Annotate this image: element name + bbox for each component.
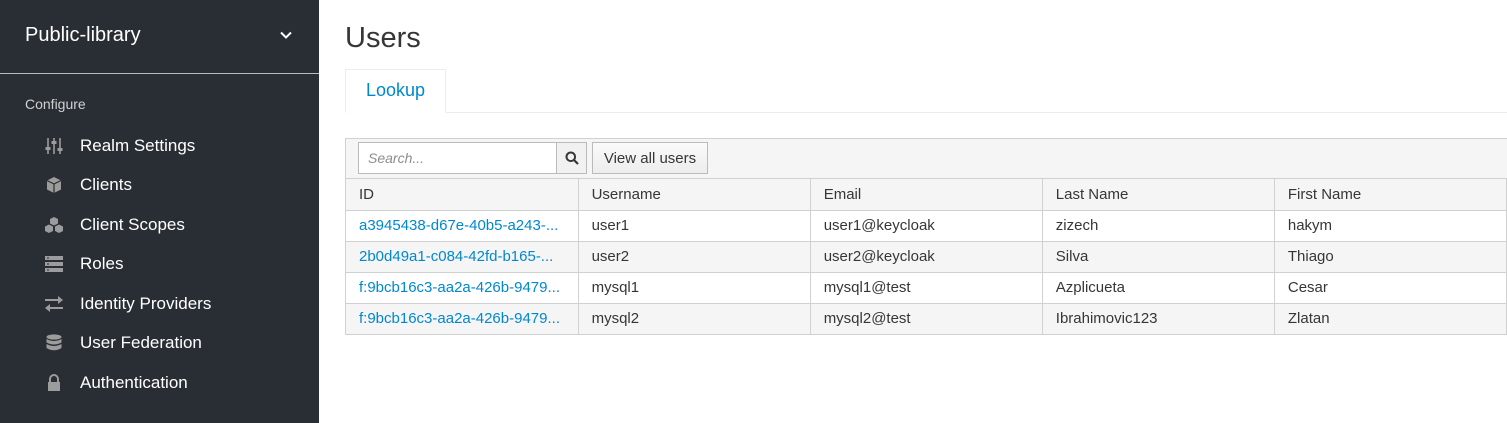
first-name-cell: hakym	[1274, 210, 1507, 242]
realm-name: Public-library	[25, 24, 141, 46]
sidebar-item-realm-settings[interactable]: Realm Settings	[0, 126, 319, 166]
id-cell: a3945438-d67e-40b5-a243-...	[346, 210, 579, 242]
column-header-id[interactable]: ID	[346, 179, 579, 211]
sidebar-item-label: Roles	[80, 254, 124, 274]
first-name-cell: Zlatan	[1274, 303, 1507, 334]
search-input[interactable]	[358, 142, 557, 174]
username-cell: mysql1	[578, 272, 811, 304]
users-table: View all users ID Username Email Last Na…	[345, 138, 1507, 335]
page-title: Users	[345, 22, 421, 54]
cube-icon	[44, 175, 64, 195]
id-cell: 2b0d49a1-c084-42fd-b165-...	[346, 241, 579, 273]
column-header-last-name[interactable]: Last Name	[1042, 179, 1275, 211]
id-cell: f:9bcb16c3-aa2a-426b-9479...	[346, 272, 579, 304]
table-toolbar: View all users	[346, 139, 1507, 179]
sidebar-item-user-federation[interactable]: User Federation	[0, 324, 319, 364]
table-row: a3945438-d67e-40b5-a243-... user1 user1@…	[346, 210, 1507, 242]
sidebar-item-label: Client Scopes	[80, 214, 185, 234]
sidebar-item-authentication[interactable]: Authentication	[0, 363, 319, 403]
user-id-link[interactable]: a3945438-d67e-40b5-a243-...	[359, 217, 558, 234]
column-header-username[interactable]: Username	[578, 179, 811, 211]
tab-lookup[interactable]: Lookup	[345, 69, 446, 113]
last-name-cell: Silva	[1042, 241, 1275, 273]
sidebar-item-client-scopes[interactable]: Client Scopes	[0, 205, 319, 245]
sidebar-item-label: Clients	[80, 175, 132, 195]
sidebar-item-clients[interactable]: Clients	[0, 166, 319, 206]
first-name-cell: Thiago	[1274, 241, 1507, 273]
table-row: f:9bcb16c3-aa2a-426b-9479... mysql2 mysq…	[346, 303, 1507, 334]
section-label-configure: Configure	[25, 96, 86, 112]
sidebar-nav: Realm Settings Clients Client Scopes Rol…	[0, 126, 319, 403]
table-header-row: ID Username Email Last Name First Name	[346, 179, 1507, 211]
sidebar-item-label: Identity Providers	[80, 293, 212, 313]
column-header-email[interactable]: Email	[810, 179, 1043, 211]
username-cell: mysql2	[578, 303, 811, 334]
exchange-icon	[44, 294, 64, 314]
user-id-link[interactable]: 2b0d49a1-c084-42fd-b165-...	[359, 248, 553, 265]
column-header-first-name[interactable]: First Name	[1274, 179, 1507, 211]
sidebar-item-identity-providers[interactable]: Identity Providers	[0, 284, 319, 324]
email-cell: mysql2@test	[810, 303, 1043, 334]
table-row: 2b0d49a1-c084-42fd-b165-... user2 user2@…	[346, 241, 1507, 273]
sidebar-item-label: Realm Settings	[80, 135, 196, 155]
email-cell: user2@keycloak	[810, 241, 1043, 273]
sidebar-item-roles[interactable]: Roles	[0, 245, 319, 285]
chevron-down-icon	[280, 31, 292, 39]
email-cell: mysql1@test	[810, 272, 1043, 304]
tab-bar-border	[345, 112, 1507, 113]
username-cell: user1	[578, 210, 811, 242]
last-name-cell: Ibrahimovic123	[1042, 303, 1275, 334]
email-cell: user1@keycloak	[810, 210, 1043, 242]
last-name-cell: zizech	[1042, 210, 1275, 242]
realm-selector[interactable]: Public-library	[0, 0, 319, 74]
id-cell: f:9bcb16c3-aa2a-426b-9479...	[346, 303, 579, 334]
tab-lookup-label: Lookup	[366, 80, 426, 100]
search-button[interactable]	[556, 142, 587, 174]
search-icon	[565, 151, 579, 165]
view-all-users-button[interactable]: View all users	[592, 142, 708, 174]
user-id-link[interactable]: f:9bcb16c3-aa2a-426b-9479...	[359, 310, 560, 327]
lock-icon	[44, 373, 64, 393]
user-id-link[interactable]: f:9bcb16c3-aa2a-426b-9479...	[359, 279, 560, 296]
users-data-table: ID Username Email Last Name First Name a…	[346, 179, 1507, 334]
sidebar-item-label: Authentication	[80, 372, 188, 392]
sidebar: Public-library Configure Realm Settings …	[0, 0, 319, 423]
table-row: f:9bcb16c3-aa2a-426b-9479... mysql1 mysq…	[346, 272, 1507, 304]
database-icon	[44, 333, 64, 353]
last-name-cell: Azplicueta	[1042, 272, 1275, 304]
sliders-icon	[44, 136, 64, 156]
cubes-icon	[44, 215, 64, 235]
username-cell: user2	[578, 241, 811, 273]
sidebar-item-label: User Federation	[80, 333, 202, 353]
list-icon	[44, 254, 64, 274]
first-name-cell: Cesar	[1274, 272, 1507, 304]
